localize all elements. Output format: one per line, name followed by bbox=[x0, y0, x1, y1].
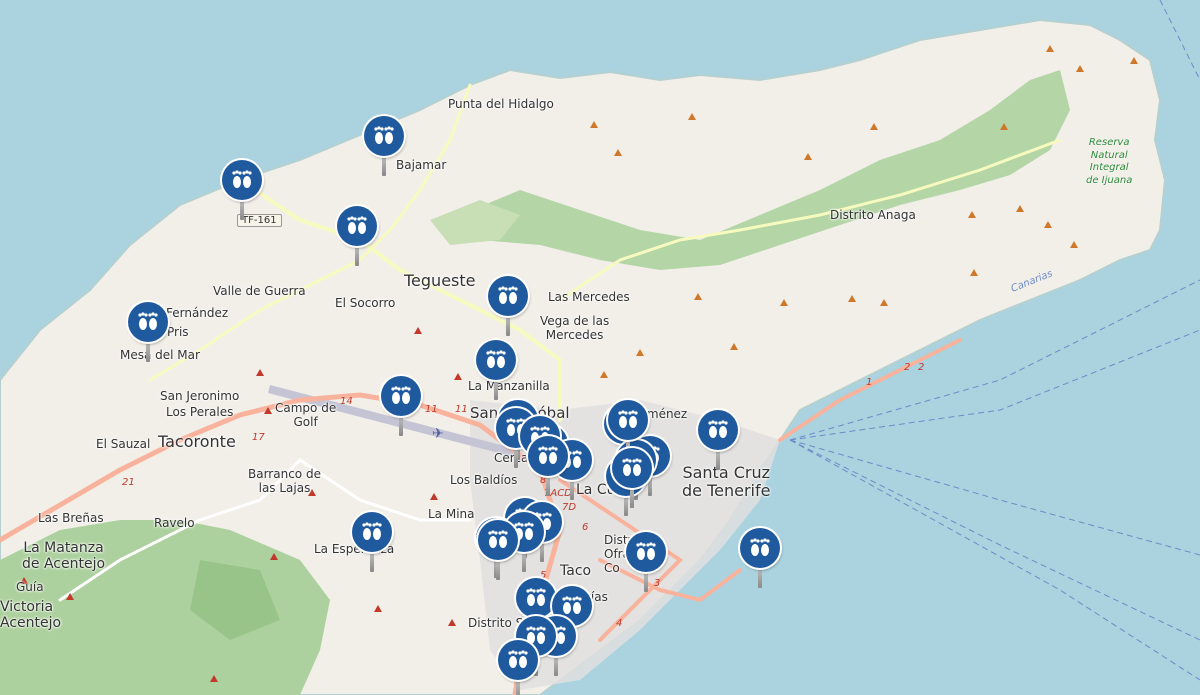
place-label: Distrito S bbox=[468, 616, 524, 630]
footprints-icon bbox=[612, 448, 652, 488]
road-number: 21 bbox=[122, 477, 135, 488]
trail-marker[interactable] bbox=[337, 206, 377, 268]
trail-marker[interactable] bbox=[528, 436, 568, 498]
footprints-icon bbox=[364, 116, 404, 156]
place-label: Fernández bbox=[166, 306, 229, 320]
place-label: El Sauzal bbox=[96, 437, 151, 451]
place-label: La Mina bbox=[428, 507, 475, 521]
trail-marker[interactable] bbox=[498, 640, 538, 695]
place-label: Distrito Anaga bbox=[830, 208, 916, 222]
trail-marker[interactable] bbox=[381, 376, 421, 438]
footprints-icon bbox=[337, 206, 377, 246]
road-number: 11 bbox=[425, 404, 438, 415]
trail-marker[interactable] bbox=[222, 160, 262, 222]
place-label: Los Perales bbox=[166, 405, 234, 419]
place-label: Pris bbox=[167, 325, 189, 339]
road-number: 2 bbox=[904, 362, 910, 373]
trail-marker[interactable] bbox=[488, 276, 528, 338]
trail-marker[interactable] bbox=[128, 302, 168, 364]
place-label: Valle de Guerra bbox=[213, 284, 306, 298]
trail-marker[interactable] bbox=[478, 520, 518, 582]
footprints-icon bbox=[488, 276, 528, 316]
footprints-icon bbox=[478, 520, 518, 560]
trail-marker[interactable] bbox=[698, 410, 738, 472]
footprints-icon bbox=[498, 640, 538, 680]
place-label: Vega de las Mercedes bbox=[540, 314, 610, 342]
road-number: 2 bbox=[918, 362, 924, 373]
map-view[interactable]: ✈ 11 11 14 17 21 8 7ACD 7D 6 5 4 3 1 2 2… bbox=[0, 0, 1200, 695]
place-label: Las Breñas bbox=[38, 511, 104, 525]
place-label: Los Baldíos bbox=[450, 473, 518, 487]
footprints-icon bbox=[740, 528, 780, 568]
place-label: El Socorro bbox=[335, 296, 396, 310]
road-number: 17 bbox=[252, 432, 265, 443]
road-number: 1 bbox=[866, 377, 872, 388]
place-label: Tegueste bbox=[404, 271, 476, 290]
trail-marker[interactable] bbox=[626, 532, 666, 594]
place-label: La Matanza de Acentejo bbox=[22, 540, 106, 573]
reserve-label: Reserva Natural Integral de Ijuana bbox=[1086, 137, 1133, 186]
footprints-icon bbox=[476, 340, 516, 380]
road-number: 14 bbox=[340, 396, 353, 407]
place-label: Las Mercedes bbox=[548, 290, 630, 304]
footprints-icon bbox=[222, 160, 262, 200]
footprints-icon bbox=[381, 376, 421, 416]
trail-marker[interactable] bbox=[476, 340, 516, 402]
road-number: 6 bbox=[582, 522, 588, 533]
footprints-icon bbox=[608, 400, 648, 440]
trail-marker[interactable] bbox=[612, 448, 652, 510]
footprints-icon bbox=[352, 512, 392, 552]
trail-marker[interactable] bbox=[364, 116, 404, 178]
road-number: 11 bbox=[455, 404, 468, 415]
airport-icon: ✈ bbox=[432, 426, 444, 442]
place-label: Campo de Golf bbox=[275, 401, 337, 429]
place-label: Punta del Hidalgo bbox=[448, 97, 554, 111]
road-number: 7D bbox=[562, 502, 576, 513]
place-label: Guía bbox=[16, 580, 44, 594]
place-label: Tacoronte bbox=[158, 432, 236, 451]
place-label: Ravelo bbox=[154, 516, 195, 530]
road-number: 4 bbox=[616, 618, 622, 629]
footprints-icon bbox=[516, 578, 556, 618]
place-label: Taco bbox=[560, 563, 592, 579]
footprints-icon bbox=[698, 410, 738, 450]
trail-marker[interactable] bbox=[740, 528, 780, 590]
footprints-icon bbox=[528, 436, 568, 476]
footprints-icon bbox=[626, 532, 666, 572]
place-label: San Jeronimo bbox=[160, 389, 240, 403]
trail-marker[interactable] bbox=[352, 512, 392, 574]
footprints-icon bbox=[128, 302, 168, 342]
place-label: Victoria Acentejo bbox=[0, 599, 62, 632]
place-label: Barranco de las Lajas bbox=[248, 467, 321, 495]
